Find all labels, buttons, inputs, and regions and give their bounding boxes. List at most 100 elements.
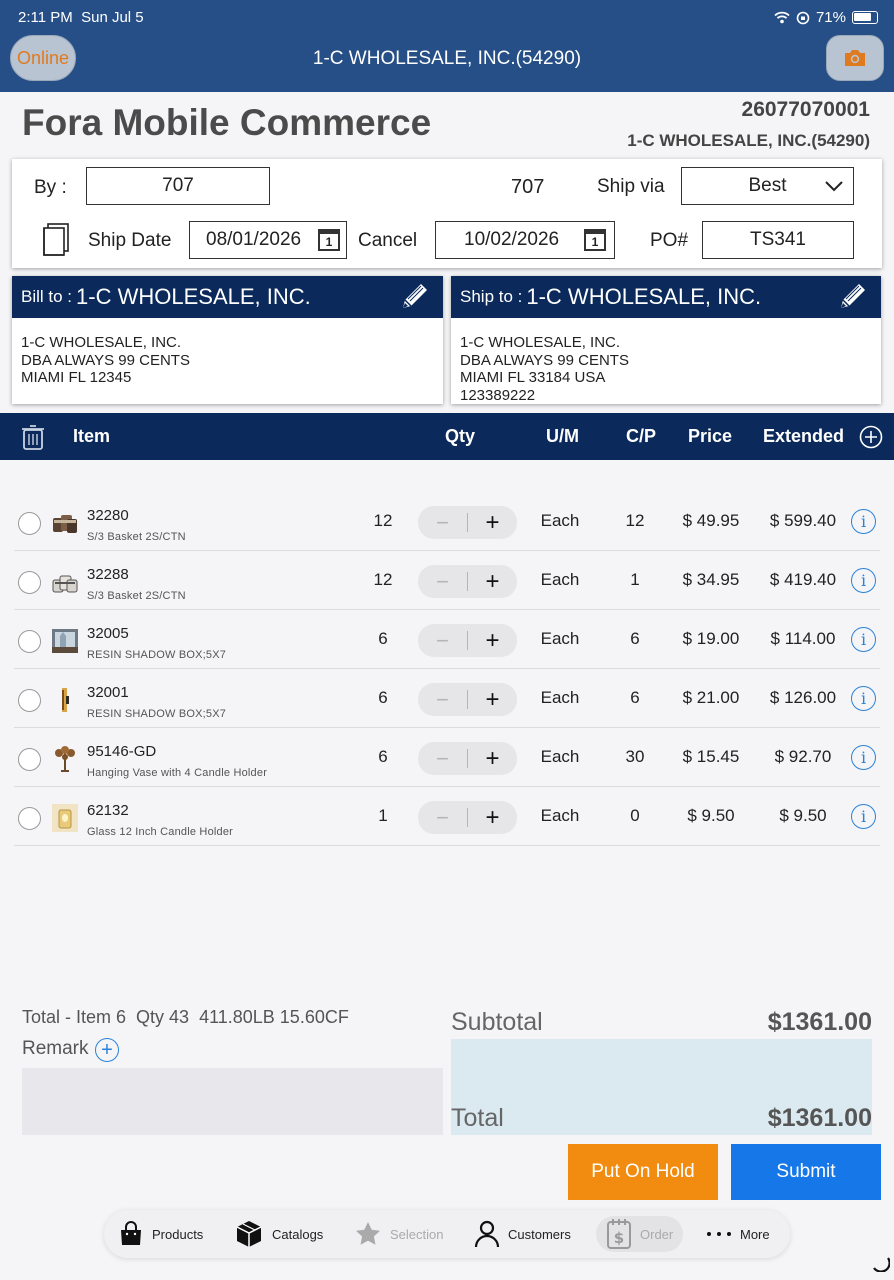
item-qty: 12 bbox=[373, 570, 393, 589]
cancel-date-field[interactable]: 10/02/2026 1 bbox=[435, 221, 615, 259]
trash-icon[interactable] bbox=[21, 424, 45, 450]
battery-icon bbox=[852, 11, 878, 24]
ship-via-select[interactable]: Best bbox=[681, 167, 854, 205]
address-line: 1-C WHOLESALE, INC. bbox=[21, 334, 182, 351]
calendar-icon[interactable]: 1 bbox=[318, 229, 340, 251]
increment-button[interactable]: + bbox=[468, 683, 517, 716]
item-code: 32280 bbox=[87, 507, 129, 524]
item-price: $ 21.00 bbox=[682, 688, 740, 707]
table-row[interactable]: 32288 S/3 Basket 2S/CTN 12 − + Each 1 $ 3… bbox=[14, 551, 880, 610]
tab-order[interactable]: $ Order bbox=[596, 1216, 684, 1252]
header-title: 1-C WHOLESALE, INC.(54290) bbox=[312, 48, 582, 69]
put-on-hold-button[interactable]: Put On Hold bbox=[568, 1144, 718, 1200]
add-item-icon[interactable] bbox=[859, 425, 883, 449]
by-field[interactable]: 707 bbox=[86, 167, 270, 205]
info-icon[interactable]: i bbox=[851, 745, 876, 770]
edit-pencil-icon[interactable] bbox=[835, 280, 869, 314]
ship-date-label: Ship Date bbox=[88, 230, 172, 251]
decrement-button[interactable]: − bbox=[418, 624, 467, 657]
quantity-stepper: − + bbox=[418, 683, 517, 716]
copy-document-icon[interactable] bbox=[40, 222, 72, 258]
table-row[interactable]: 62132 Glass 12 Inch Candle Holder 1 − + E… bbox=[14, 787, 880, 846]
product-thumbnail bbox=[52, 804, 78, 832]
info-icon[interactable]: i bbox=[851, 804, 876, 829]
decrement-button[interactable]: − bbox=[418, 742, 467, 775]
address-line: 1-C WHOLESALE, INC. bbox=[460, 334, 621, 351]
ship-date-value: 08/01/2026 bbox=[206, 229, 302, 250]
total-value: $1361.00 bbox=[767, 1104, 872, 1132]
row-select-radio[interactable] bbox=[18, 512, 41, 535]
increment-button[interactable]: + bbox=[468, 565, 517, 598]
tab-customers[interactable]: Customers bbox=[474, 1210, 571, 1258]
row-select-radio[interactable] bbox=[18, 571, 41, 594]
item-price: $ 19.00 bbox=[682, 629, 740, 648]
column-item[interactable]: Item bbox=[73, 426, 110, 447]
item-extended: $ 114.00 bbox=[770, 629, 836, 648]
ship-via-label: Ship via bbox=[597, 176, 665, 197]
tab-products[interactable]: Products bbox=[118, 1210, 203, 1258]
row-select-radio[interactable] bbox=[18, 807, 41, 830]
product-thumbnail bbox=[62, 688, 69, 712]
person-icon bbox=[474, 1220, 500, 1248]
row-select-radio[interactable] bbox=[18, 630, 41, 653]
ship-date-field[interactable]: 08/01/2026 1 bbox=[189, 221, 347, 259]
info-icon[interactable]: i bbox=[851, 627, 876, 652]
ship-via-value: Best bbox=[748, 175, 787, 196]
info-icon[interactable]: i bbox=[851, 686, 876, 711]
submit-button[interactable]: Submit bbox=[731, 1144, 881, 1200]
item-price: $ 49.95 bbox=[682, 511, 740, 530]
increment-button[interactable]: + bbox=[468, 506, 517, 539]
quantity-stepper: − + bbox=[418, 624, 517, 657]
row-select-radio[interactable] bbox=[18, 689, 41, 712]
item-cp: 30 bbox=[625, 747, 645, 766]
status-time: 2:11 PM Sun Jul 5 bbox=[18, 9, 144, 26]
increment-button[interactable]: + bbox=[468, 742, 517, 775]
column-extended[interactable]: Extended bbox=[763, 426, 844, 447]
camera-button[interactable] bbox=[826, 35, 884, 81]
bill-to-header: Bill to : 1-C WHOLESALE, INC. bbox=[12, 276, 443, 318]
address-line: MIAMI FL 33184 USA bbox=[460, 369, 606, 386]
decrement-button[interactable]: − bbox=[418, 801, 467, 834]
address-line: DBA ALWAYS 99 CENTS bbox=[21, 351, 190, 369]
item-code: 32005 bbox=[87, 625, 129, 642]
item-um: Each bbox=[540, 806, 580, 825]
remark-field[interactable] bbox=[22, 1068, 443, 1135]
info-icon[interactable]: i bbox=[851, 568, 876, 593]
column-um[interactable]: U/M bbox=[546, 426, 579, 447]
table-row[interactable]: 95146-GD Hanging Vase with 4 Candle Hold… bbox=[14, 728, 880, 787]
calendar-icon[interactable]: 1 bbox=[584, 229, 606, 251]
increment-button[interactable]: + bbox=[468, 801, 517, 834]
table-row[interactable]: 32001 RESIN SHADOW BOX;5X7 6 − + Each 6 $… bbox=[14, 669, 880, 728]
app-title: Fora Mobile Commerce bbox=[22, 102, 432, 143]
tab-more[interactable]: More bbox=[706, 1210, 770, 1258]
wifi-icon bbox=[774, 11, 790, 24]
item-code: 32001 bbox=[87, 684, 129, 701]
quantity-stepper: − + bbox=[418, 565, 517, 598]
column-qty[interactable]: Qty bbox=[445, 426, 475, 447]
add-remark-icon[interactable]: + bbox=[95, 1038, 119, 1062]
box-icon bbox=[236, 1221, 262, 1247]
table-row[interactable]: 32005 RESIN SHADOW BOX;5X7 6 − + Each 6 $… bbox=[14, 610, 880, 669]
more-dots-icon bbox=[707, 1232, 731, 1236]
bill-to-prefix: Bill to : bbox=[21, 287, 73, 306]
camera-icon bbox=[845, 50, 865, 66]
subtotal-label: Subtotal bbox=[451, 1008, 543, 1036]
item-price: $ 34.95 bbox=[682, 570, 740, 589]
info-icon[interactable]: i bbox=[851, 509, 876, 534]
row-select-radio[interactable] bbox=[18, 748, 41, 771]
rep-code: 707 bbox=[511, 176, 545, 198]
tab-selection[interactable]: Selection bbox=[354, 1210, 443, 1258]
table-row[interactable]: 32280 S/3 Basket 2S/CTN 12 − + Each 12 $ … bbox=[14, 492, 880, 551]
column-price[interactable]: Price bbox=[688, 426, 732, 447]
po-field[interactable]: TS341 bbox=[702, 221, 854, 259]
item-qty: 12 bbox=[373, 511, 393, 530]
decrement-button[interactable]: − bbox=[418, 506, 467, 539]
item-price: $ 15.45 bbox=[682, 747, 740, 766]
edit-pencil-icon[interactable] bbox=[397, 280, 431, 314]
decrement-button[interactable]: − bbox=[418, 683, 467, 716]
increment-button[interactable]: + bbox=[468, 624, 517, 657]
column-cp[interactable]: C/P bbox=[626, 426, 656, 447]
item-qty: 6 bbox=[378, 688, 388, 707]
tab-catalogs[interactable]: Catalogs bbox=[234, 1210, 323, 1258]
decrement-button[interactable]: − bbox=[418, 565, 467, 598]
